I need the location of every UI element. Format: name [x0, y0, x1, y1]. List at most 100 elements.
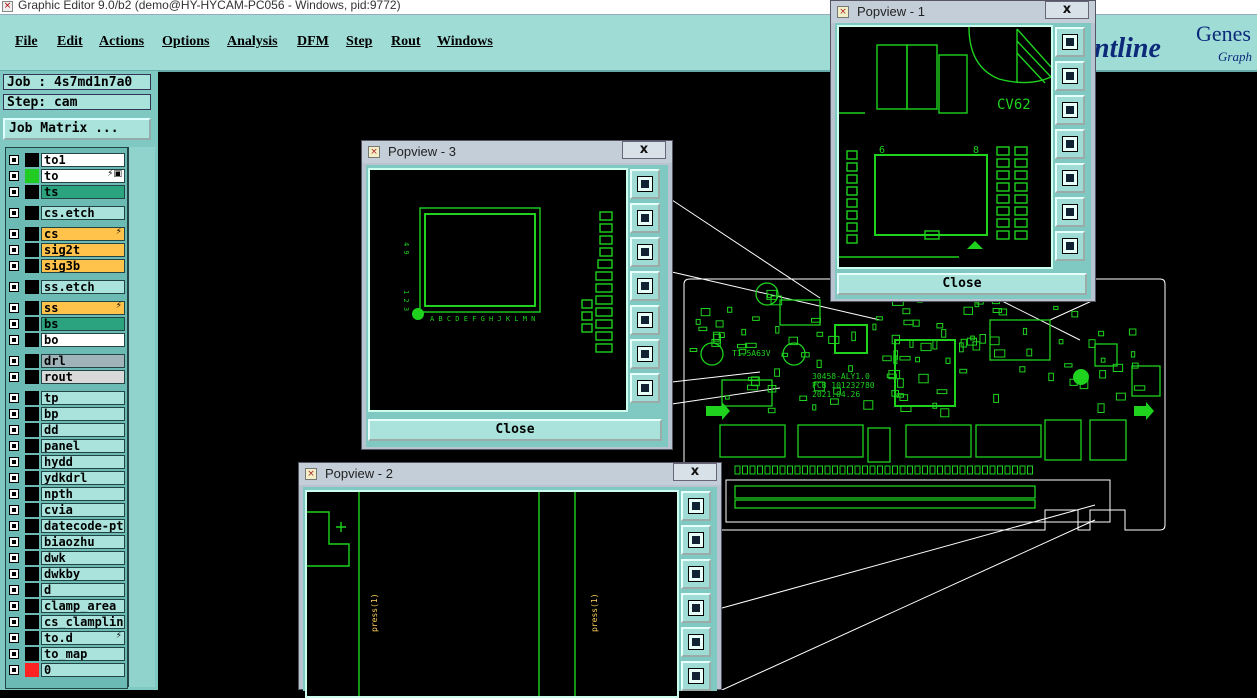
layer-row[interactable]: dwk	[7, 550, 126, 566]
popview-1-pan-up-button[interactable]	[1055, 61, 1085, 91]
layer-color-swatch[interactable]	[25, 599, 39, 613]
layer-row[interactable]: panel	[7, 438, 126, 454]
layer-visibility-checkbox[interactable]	[9, 372, 19, 382]
popview-1-close-button[interactable]: Close	[837, 273, 1087, 295]
popview-1-zoom-out-button[interactable]	[1055, 231, 1085, 261]
job-matrix-button[interactable]: Job Matrix ...	[3, 118, 151, 140]
layer-color-swatch[interactable]	[25, 354, 39, 368]
popview-2-viewport[interactable]: press(1) press(1)	[305, 490, 679, 698]
layer-row[interactable]: cs ⚡	[7, 226, 126, 242]
popview-3-pan-down-button[interactable]	[630, 237, 660, 267]
layer-color-swatch[interactable]	[25, 455, 39, 469]
layer-color-swatch[interactable]	[25, 519, 39, 533]
layer-row[interactable]: ss ⚡	[7, 300, 126, 316]
popview-3-zoom-in-button[interactable]	[630, 339, 660, 369]
layer-visibility-checkbox[interactable]	[9, 409, 19, 419]
layer-name[interactable]: to_map	[41, 647, 125, 661]
layer-visibility-checkbox[interactable]	[9, 261, 19, 271]
popview-1-pan-left-button[interactable]	[1055, 129, 1085, 159]
layer-visibility-checkbox[interactable]	[9, 245, 19, 255]
layer-color-swatch[interactable]	[25, 169, 39, 183]
menu-step[interactable]: Step	[346, 34, 372, 50]
layer-name[interactable]: d	[41, 583, 125, 597]
layer-visibility-checkbox[interactable]	[9, 553, 19, 563]
layer-name[interactable]: bs	[41, 317, 125, 331]
layer-name[interactable]: ts	[41, 185, 125, 199]
layer-row[interactable]: dd	[7, 422, 126, 438]
layer-row[interactable]: cs_clamplines	[7, 614, 126, 630]
layer-visibility-checkbox[interactable]	[9, 473, 19, 483]
layer-visibility-checkbox[interactable]	[9, 649, 19, 659]
layer-name[interactable]: tp	[41, 391, 125, 405]
layer-color-swatch[interactable]	[25, 471, 39, 485]
layer-name[interactable]: 0	[41, 663, 125, 677]
layer-row[interactable]: clamp_area	[7, 598, 126, 614]
popview-2-pan-left-button[interactable]	[681, 593, 711, 623]
layer-color-swatch[interactable]	[25, 333, 39, 347]
layer-visibility-checkbox[interactable]	[9, 617, 19, 627]
layer-row[interactable]: bp	[7, 406, 126, 422]
layer-color-swatch[interactable]	[25, 243, 39, 257]
popview-3-pan-left-button[interactable]	[630, 271, 660, 301]
layer-name[interactable]: to.d	[41, 631, 125, 645]
layer-visibility-checkbox[interactable]	[9, 335, 19, 345]
popview-3-pan-right-button[interactable]	[630, 305, 660, 335]
layer-color-swatch[interactable]	[25, 487, 39, 501]
layer-row[interactable]: drl	[7, 353, 126, 369]
layer-visibility-checkbox[interactable]	[9, 441, 19, 451]
popview-1-fit-button[interactable]	[1055, 27, 1085, 57]
layer-row[interactable]: datecode-pto	[7, 518, 126, 534]
layer-color-swatch[interactable]	[25, 301, 39, 315]
layer-visibility-checkbox[interactable]	[9, 303, 19, 313]
layer-visibility-checkbox[interactable]	[9, 155, 19, 165]
layer-row[interactable]: ss.etch	[7, 279, 126, 295]
layer-row[interactable]: cs.etch	[7, 205, 126, 221]
layer-name[interactable]: panel	[41, 439, 125, 453]
layer-color-swatch[interactable]	[25, 503, 39, 517]
layer-color-swatch[interactable]	[25, 567, 39, 581]
popview-1-zoom-in-button[interactable]	[1055, 197, 1085, 227]
popview-3-close-x-button[interactable]: x	[622, 141, 666, 159]
menu-file[interactable]: File	[15, 34, 38, 50]
layer-visibility-checkbox[interactable]	[9, 489, 19, 499]
layer-visibility-checkbox[interactable]	[9, 171, 19, 181]
layer-color-swatch[interactable]	[25, 317, 39, 331]
layer-row[interactable]: bo	[7, 332, 126, 348]
popview-2-close-x-button[interactable]: x	[673, 463, 717, 481]
layer-color-swatch[interactable]	[25, 663, 39, 677]
layer-row[interactable]: sig2t	[7, 242, 126, 258]
layer-row[interactable]: to ⚡▣	[7, 168, 126, 184]
layer-visibility-checkbox[interactable]	[9, 569, 19, 579]
layer-name[interactable]: clamp_area	[41, 599, 125, 613]
layer-visibility-checkbox[interactable]	[9, 282, 19, 292]
popview-3-pan-up-button[interactable]	[630, 203, 660, 233]
layer-visibility-checkbox[interactable]	[9, 393, 19, 403]
layer-name[interactable]: cs	[41, 227, 125, 241]
layer-row[interactable]: to1	[7, 152, 126, 168]
layer-name[interactable]: sig2t	[41, 243, 125, 257]
layer-list-scrollbar[interactable]	[128, 147, 155, 687]
layer-color-swatch[interactable]	[25, 370, 39, 384]
layer-name[interactable]: npth	[41, 487, 125, 501]
layer-name[interactable]: cvia	[41, 503, 125, 517]
popview-1-pan-down-button[interactable]	[1055, 95, 1085, 125]
layer-color-swatch[interactable]	[25, 206, 39, 220]
layer-visibility-checkbox[interactable]	[9, 521, 19, 531]
layer-color-swatch[interactable]	[25, 631, 39, 645]
layer-row[interactable]: bs	[7, 316, 126, 332]
layer-name[interactable]: rout	[41, 370, 125, 384]
layer-color-swatch[interactable]	[25, 185, 39, 199]
layer-visibility-checkbox[interactable]	[9, 425, 19, 435]
layer-row[interactable]: to_map	[7, 646, 126, 662]
menu-analysis[interactable]: Analysis	[227, 34, 278, 50]
popview-3-close-button[interactable]: Close	[368, 419, 662, 441]
layer-row[interactable]: cvia	[7, 502, 126, 518]
layer-name[interactable]: ydkdrl	[41, 471, 125, 485]
layer-row[interactable]: 0	[7, 662, 126, 678]
layer-visibility-checkbox[interactable]	[9, 505, 19, 515]
layer-visibility-checkbox[interactable]	[9, 319, 19, 329]
layer-name[interactable]: cs_clamplines	[41, 615, 125, 629]
popview-2-pan-up-button[interactable]	[681, 525, 711, 555]
layer-color-swatch[interactable]	[25, 615, 39, 629]
layer-row[interactable]: tp	[7, 390, 126, 406]
